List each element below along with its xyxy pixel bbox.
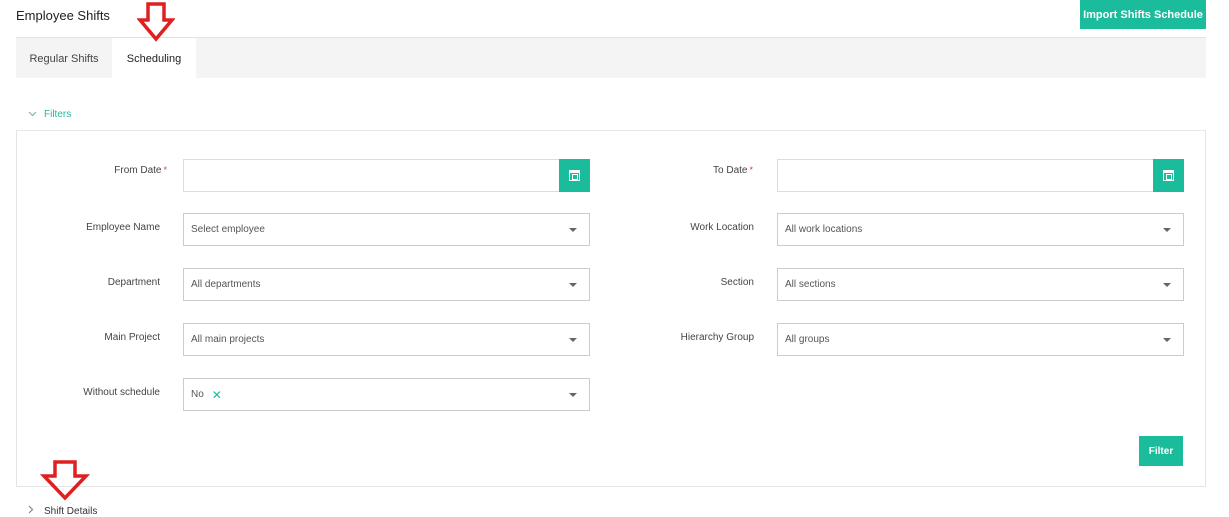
to-date-calendar-button[interactable]	[1153, 159, 1184, 192]
main-project-select[interactable]: All main projects	[183, 323, 590, 356]
to-date-input[interactable]	[777, 159, 1184, 192]
import-shifts-schedule-button[interactable]: Import Shifts Schedule	[1080, 0, 1206, 29]
calendar-icon	[1163, 170, 1174, 181]
to-date-label-text: To Date	[713, 165, 748, 176]
calendar-icon	[569, 170, 580, 181]
department-select[interactable]: All departments	[183, 268, 590, 301]
caret-down-icon	[1163, 228, 1171, 232]
filters-toggle-label: Filters	[44, 109, 72, 120]
caret-down-icon	[1163, 283, 1171, 287]
work-location-label: Work Location	[690, 222, 754, 233]
main-project-label: Main Project	[104, 332, 160, 343]
chevron-down-icon	[28, 109, 40, 120]
chevron-right-icon	[28, 505, 40, 517]
from-date-label-text: From Date	[114, 165, 162, 176]
section-select[interactable]: All sections	[777, 268, 1184, 301]
department-label: Department	[107, 277, 160, 288]
from-date-calendar-button[interactable]	[559, 159, 590, 192]
filter-panel: From Date * Employee Name Select employee…	[16, 130, 1206, 487]
tab-scheduling[interactable]: Scheduling	[112, 38, 196, 80]
filters-toggle[interactable]: Filters	[28, 109, 71, 120]
hierarchy-group-label: Hierarchy Group	[680, 332, 754, 343]
shift-details-toggle[interactable]: Shift Details	[28, 505, 97, 517]
red-down-arrow-icon	[40, 460, 90, 501]
work-location-value: All work locations	[785, 224, 863, 235]
employee-name-label: Employee Name	[86, 222, 160, 233]
without-schedule-label: Without schedule	[83, 387, 160, 398]
tabs-bar: Regular Shifts Scheduling	[16, 37, 1206, 80]
caret-down-icon	[569, 283, 577, 287]
section-label: Section	[720, 277, 754, 288]
to-date-label: To Date *	[603, 165, 753, 176]
required-marker: *	[163, 165, 167, 175]
caret-down-icon	[1163, 338, 1171, 342]
required-marker: *	[749, 165, 753, 175]
without-schedule-value: No	[191, 389, 204, 400]
caret-down-icon	[569, 228, 577, 232]
employee-name-select[interactable]: Select employee	[183, 213, 590, 246]
caret-down-icon	[569, 338, 577, 342]
red-down-arrow-icon	[137, 2, 175, 42]
from-date-input[interactable]	[183, 159, 590, 192]
caret-down-icon	[569, 393, 577, 397]
hierarchy-group-select[interactable]: All groups	[777, 323, 1184, 356]
main-project-value: All main projects	[191, 334, 265, 345]
hierarchy-group-value: All groups	[785, 334, 830, 345]
shift-details-label: Shift Details	[44, 505, 98, 517]
remove-tag-icon[interactable]: ✕	[212, 388, 222, 402]
tab-regular-shifts[interactable]: Regular Shifts	[16, 38, 112, 79]
filter-button[interactable]: Filter	[1139, 436, 1183, 466]
section-value: All sections	[785, 279, 836, 290]
employee-name-value: Select employee	[191, 224, 265, 235]
work-location-select[interactable]: All work locations	[777, 213, 1184, 246]
without-schedule-select[interactable]: No ✕	[183, 378, 590, 411]
page-title: Employee Shifts	[16, 8, 110, 23]
department-value: All departments	[191, 279, 261, 290]
from-date-label: From Date *	[17, 165, 167, 176]
